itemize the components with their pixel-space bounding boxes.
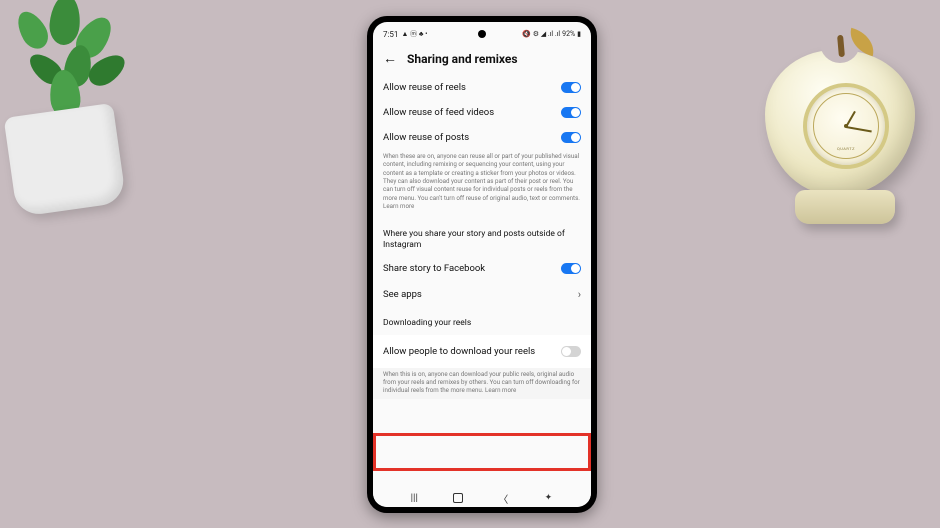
toggle-share-fb[interactable] — [561, 263, 581, 274]
chevron-right-icon: › — [578, 288, 581, 301]
nav-back-icon[interactable]: 〈 — [498, 491, 508, 506]
row-allow-download-reels[interactable]: Allow people to download your reels — [373, 335, 591, 368]
camera-hole — [478, 30, 486, 38]
scene-background: QUARTZ 7:51 ▲ ⓜ ♣ • 🔇 ⚙ ◢ .ıl .ıl 92% ▮ — [0, 0, 940, 528]
battery-icon: ▮ — [577, 30, 581, 38]
reuse-description: When these are on, anyone can reuse all … — [383, 150, 581, 219]
label-allow-download: Allow people to download your reels — [383, 346, 535, 357]
nav-home-icon[interactable] — [453, 493, 463, 503]
app-header: ← Sharing and remixes — [373, 44, 591, 75]
nav-accessibility-icon[interactable]: ✦ — [543, 493, 553, 503]
toggle-reuse-reels[interactable] — [561, 82, 581, 93]
status-battery: 92% — [562, 30, 575, 38]
label-reuse-posts: Allow reuse of posts — [383, 132, 469, 143]
label-share-fb: Share story to Facebook — [383, 263, 485, 274]
section-downloading-reels: Downloading your reels — [383, 308, 581, 331]
section-share-outside: Where you share your story and posts out… — [383, 219, 581, 256]
row-share-story-facebook[interactable]: Share story to Facebook — [383, 256, 581, 281]
toggle-reuse-feed[interactable] — [561, 107, 581, 118]
row-allow-reuse-posts[interactable]: Allow reuse of posts — [383, 125, 581, 150]
apple-clock-decoration: QUARTZ — [760, 25, 920, 255]
page-title: Sharing and remixes — [407, 52, 518, 66]
back-arrow-icon[interactable]: ← — [383, 50, 397, 67]
row-see-apps[interactable]: See apps › — [383, 281, 581, 308]
row-allow-reuse-feed[interactable]: Allow reuse of feed videos — [383, 100, 581, 125]
phone-screen: 7:51 ▲ ⓜ ♣ • 🔇 ⚙ ◢ .ıl .ıl 92% ▮ ← Shari… — [373, 22, 591, 507]
clock-brand-label: QUARTZ — [837, 146, 855, 151]
android-navbar: ||| 〈 ✦ — [373, 489, 591, 507]
highlight-box — [373, 433, 591, 471]
toggle-allow-download[interactable] — [561, 346, 581, 357]
plant-decoration — [0, 0, 170, 240]
nav-recents-icon[interactable]: ||| — [411, 493, 418, 504]
status-time: 7:51 — [383, 30, 398, 39]
label-reuse-feed: Allow reuse of feed videos — [383, 107, 494, 118]
download-description: When this is on, anyone can download you… — [383, 370, 581, 399]
toggle-reuse-posts[interactable] — [561, 132, 581, 143]
status-right-icons: 🔇 ⚙ ◢ .ıl .ıl — [522, 30, 560, 38]
label-reuse-reels: Allow reuse of reels — [383, 82, 466, 93]
content-scroll[interactable]: Allow reuse of reels Allow reuse of feed… — [373, 75, 591, 399]
phone-frame: 7:51 ▲ ⓜ ♣ • 🔇 ⚙ ◢ .ıl .ıl 92% ▮ ← Shari… — [367, 16, 597, 513]
label-see-apps: See apps — [383, 289, 422, 300]
status-left-icons: ▲ ⓜ ♣ • — [401, 29, 427, 39]
row-allow-reuse-reels[interactable]: Allow reuse of reels — [383, 75, 581, 100]
